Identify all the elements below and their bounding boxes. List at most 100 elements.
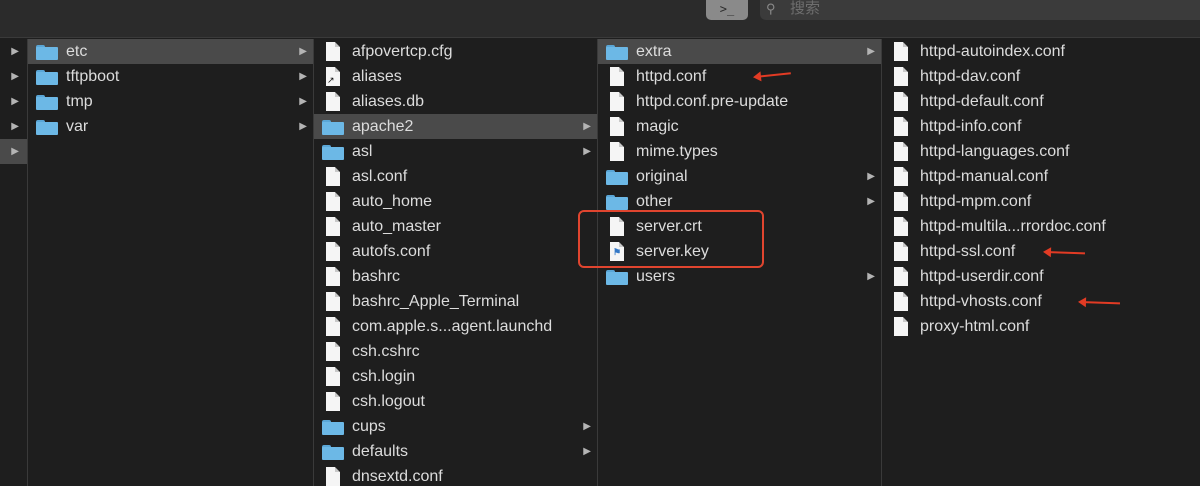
document-icon (610, 117, 624, 136)
folder-icon (322, 420, 344, 435)
file-row[interactable]: httpd-multila...rrordoc.conf (882, 214, 1200, 239)
folder-row[interactable]: original ▶ (598, 164, 881, 189)
item-name: httpd-autoindex.conf (920, 43, 1065, 60)
folder-icon (322, 145, 344, 160)
chevron-right-icon: ▶ (299, 96, 307, 107)
item-name: aliases.db (352, 93, 425, 110)
file-row[interactable]: httpd.conf (598, 64, 881, 89)
folder-row[interactable]: tmp ▶ (28, 89, 313, 114)
item-name: autofs.conf (352, 243, 431, 260)
document-icon (894, 267, 908, 286)
item-name: mime.types (636, 143, 718, 160)
file-row[interactable]: httpd-mpm.conf (882, 189, 1200, 214)
file-row[interactable]: httpd-ssl.conf (882, 239, 1200, 264)
item-name: httpd-default.conf (920, 93, 1044, 110)
terminal-button[interactable]: >_ (706, 0, 748, 20)
item-name: httpd-ssl.conf (920, 243, 1016, 260)
item-name: tmp (66, 93, 93, 110)
chevron-right-icon: ▶ (11, 71, 19, 82)
folder-row[interactable]: apache2 ▶ (314, 114, 597, 139)
column-stub-row[interactable]: ▶ (0, 89, 27, 114)
item-name: defaults (352, 443, 409, 460)
folder-row[interactable]: var ▶ (28, 114, 313, 139)
file-row[interactable]: auto_master (314, 214, 597, 239)
chevron-right-icon: ▶ (299, 46, 307, 57)
column-stub-row[interactable]: ▶ (0, 39, 27, 64)
file-row[interactable]: httpd-info.conf (882, 114, 1200, 139)
file-row[interactable]: csh.logout (314, 389, 597, 414)
document-icon (894, 242, 908, 261)
folder-row[interactable]: etc ▶ (28, 39, 313, 64)
document-icon (326, 467, 340, 486)
item-name: auto_master (352, 218, 441, 235)
file-row[interactable]: csh.cshrc (314, 339, 597, 364)
item-name: afpovertcp.cfg (352, 43, 453, 60)
file-row[interactable]: httpd-vhosts.conf (882, 289, 1200, 314)
chevron-right-icon: ▶ (583, 121, 591, 132)
file-row[interactable]: afpovertcp.cfg (314, 39, 597, 64)
chevron-right-icon: ▶ (867, 271, 875, 282)
file-row[interactable]: bashrc (314, 264, 597, 289)
file-row[interactable]: csh.login (314, 364, 597, 389)
folder-row[interactable]: tftpboot ▶ (28, 64, 313, 89)
folder-icon (36, 120, 58, 135)
document-icon (894, 67, 908, 86)
document-icon (894, 167, 908, 186)
file-row[interactable]: httpd-userdir.conf (882, 264, 1200, 289)
chevron-right-icon: ▶ (11, 96, 19, 107)
document-icon (326, 42, 340, 61)
folder-icon (36, 95, 58, 110)
item-name: magic (636, 118, 679, 135)
folder-icon (606, 170, 628, 185)
document-icon (894, 317, 908, 336)
file-row[interactable]: httpd-manual.conf (882, 164, 1200, 189)
file-row[interactable]: magic (598, 114, 881, 139)
folder-row[interactable]: defaults ▶ (314, 439, 597, 464)
file-row[interactable]: proxy-html.conf (882, 314, 1200, 339)
file-row[interactable]: auto_home (314, 189, 597, 214)
file-row[interactable]: mime.types (598, 139, 881, 164)
document-icon (894, 42, 908, 61)
item-name: csh.cshrc (352, 343, 420, 360)
file-row[interactable]: httpd-autoindex.conf (882, 39, 1200, 64)
file-row[interactable]: aliases.db (314, 89, 597, 114)
document-icon (894, 217, 908, 236)
item-name: tftpboot (66, 68, 120, 85)
file-row[interactable]: bashrc_Apple_Terminal (314, 289, 597, 314)
folder-row[interactable]: cups ▶ (314, 414, 597, 439)
column-extra[interactable]: httpd-autoindex.conf httpd-dav.conf httpd-… (882, 39, 1200, 486)
item-name: httpd-mpm.conf (920, 193, 1032, 210)
file-row[interactable]: httpd-languages.conf (882, 139, 1200, 164)
chevron-right-icon: ▶ (11, 121, 19, 132)
item-name: httpd-vhosts.conf (920, 293, 1042, 310)
file-row[interactable]: httpd-dav.conf (882, 64, 1200, 89)
document-icon (894, 117, 908, 136)
chevron-right-icon: ▶ (583, 446, 591, 457)
file-row[interactable]: dnsextd.conf (314, 464, 597, 486)
file-row[interactable]: ↗ aliases (314, 64, 597, 89)
search-field[interactable]: ⚲ 搜索 (760, 0, 1200, 20)
file-row[interactable]: httpd.conf.pre-update (598, 89, 881, 114)
file-row[interactable]: asl.conf (314, 164, 597, 189)
item-name: httpd-userdir.conf (920, 268, 1044, 285)
chevron-right-icon: ▶ (867, 46, 875, 57)
item-name: csh.logout (352, 393, 425, 410)
column-stub-row[interactable]: ▶ (0, 114, 27, 139)
column-stub-row[interactable]: ▶ (0, 139, 27, 164)
document-icon (894, 92, 908, 111)
document-icon (326, 217, 340, 236)
column-root-folders[interactable]: etc ▶ tftpboot ▶ tmp ▶ var ▶ (28, 39, 314, 486)
document-icon (894, 192, 908, 211)
file-row[interactable]: com.apple.s...agent.launchd (314, 314, 597, 339)
file-row[interactable]: autofs.conf (314, 239, 597, 264)
chevron-right-icon: ▶ (583, 421, 591, 432)
document-icon (326, 242, 340, 261)
document-icon (326, 367, 340, 386)
column-root[interactable]: ▶ ▶ ▶ ▶ ▶ (0, 39, 28, 486)
file-row[interactable]: httpd-default.conf (882, 89, 1200, 114)
column-etc[interactable]: afpovertcp.cfg ↗ aliases aliases.db apache2 ▶… (314, 39, 598, 486)
chevron-right-icon: ▶ (583, 146, 591, 157)
column-stub-row[interactable]: ▶ (0, 64, 27, 89)
folder-row[interactable]: asl ▶ (314, 139, 597, 164)
folder-row[interactable]: extra ▶ (598, 39, 881, 64)
